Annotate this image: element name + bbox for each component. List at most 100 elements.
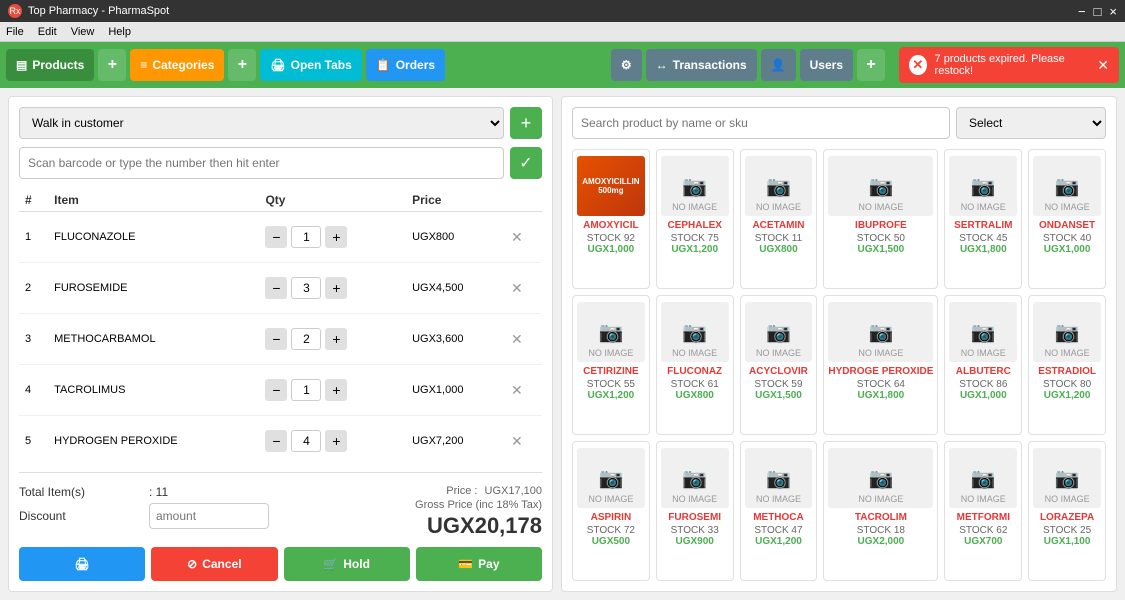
product-stock: STOCK 50: [828, 233, 933, 244]
alert-close-btn[interactable]: ✕: [1097, 57, 1109, 74]
qty-decrease-btn[interactable]: −: [265, 277, 287, 299]
product-name: ESTRADIOL: [1033, 366, 1101, 377]
table-row: 4 TACROLIMUS − + UGX1,000 ✕: [19, 365, 542, 416]
qty-decrease-btn[interactable]: −: [265, 226, 287, 248]
list-item[interactable]: 📷 NO IMAGE METHOCA STOCK 47 UGX1,200: [740, 441, 818, 581]
no-image-label: NO IMAGE: [1045, 348, 1090, 358]
users-btn[interactable]: Users: [800, 49, 853, 81]
list-item[interactable]: 📷 NO IMAGE TACROLIM STOCK 18 UGX2,000: [823, 441, 938, 581]
print-btn[interactable]: 🖨: [19, 547, 145, 581]
remove-item-btn[interactable]: ✕: [511, 331, 523, 348]
product-name: METFORMI: [949, 512, 1017, 523]
remove-item-btn[interactable]: ✕: [511, 382, 523, 399]
row-qty: − +: [259, 263, 406, 314]
product-name: LORAZEPA: [1033, 512, 1101, 523]
menu-edit[interactable]: Edit: [38, 26, 57, 38]
cancel-btn[interactable]: ⊘ Cancel: [151, 547, 277, 581]
minimize-btn[interactable]: −: [1078, 4, 1086, 19]
list-item[interactable]: AMOXYICILLIN500mg AMOXYICIL STOCK 92 UGX…: [572, 149, 650, 289]
remove-item-btn[interactable]: ✕: [511, 433, 523, 450]
title-bar: Rx Top Pharmacy - PharmaSpot − □ ×: [0, 0, 1125, 22]
qty-input[interactable]: [291, 277, 321, 299]
app-icon: Rx: [8, 4, 22, 18]
top-nav: ▤ Products + ≡ Categories + 🖨 Open Tabs …: [0, 42, 1125, 88]
app-title: Top Pharmacy - PharmaSpot: [28, 5, 169, 17]
orders-btn[interactable]: 📋 Orders: [366, 49, 445, 81]
menu-view[interactable]: View: [71, 26, 95, 38]
list-item[interactable]: 📷 NO IMAGE ACYCLOVIR STOCK 59 UGX1,500: [740, 295, 818, 435]
search-input[interactable]: [572, 107, 950, 139]
window-controls[interactable]: − □ ×: [1078, 4, 1117, 19]
qty-increase-btn[interactable]: +: [325, 226, 347, 248]
product-stock: STOCK 55: [577, 379, 645, 390]
no-image-label: NO IMAGE: [858, 348, 903, 358]
qty-decrease-btn[interactable]: −: [265, 379, 287, 401]
pay-btn[interactable]: 💳 Pay: [416, 547, 542, 581]
product-stock: STOCK 40: [1033, 233, 1101, 244]
list-item[interactable]: 📷 NO IMAGE FUROSEMI STOCK 33 UGX900: [656, 441, 734, 581]
qty-increase-btn[interactable]: +: [325, 328, 347, 350]
maximize-btn[interactable]: □: [1094, 4, 1102, 19]
hold-btn[interactable]: 🛒 Hold: [284, 547, 410, 581]
add-category-btn[interactable]: +: [228, 49, 256, 81]
product-stock: STOCK 59: [745, 379, 813, 390]
qty-input[interactable]: [291, 379, 321, 401]
qty-input[interactable]: [291, 430, 321, 452]
qty-increase-btn[interactable]: +: [325, 379, 347, 401]
product-stock: STOCK 75: [661, 233, 729, 244]
remove-item-btn[interactable]: ✕: [511, 229, 523, 246]
qty-decrease-btn[interactable]: −: [265, 430, 287, 452]
no-image-label: NO IMAGE: [961, 202, 1006, 212]
menu-help[interactable]: Help: [108, 26, 131, 38]
category-select[interactable]: Select: [956, 107, 1106, 139]
discount-input[interactable]: [149, 503, 269, 529]
add-user-btn[interactable]: +: [857, 49, 885, 81]
list-item[interactable]: 📷 NO IMAGE ONDANSET STOCK 40 UGX1,000: [1028, 149, 1106, 289]
list-item[interactable]: 📷 NO IMAGE HYDROGE PEROXIDE STOCK 64 UGX…: [823, 295, 938, 435]
add-customer-btn[interactable]: +: [510, 107, 542, 139]
product-name: ASPIRIN: [577, 512, 645, 523]
product-price: UGX1,200: [1033, 390, 1101, 401]
qty-input[interactable]: [291, 226, 321, 248]
list-item[interactable]: 📷 NO IMAGE ALBUTERC STOCK 86 UGX1,000: [944, 295, 1022, 435]
list-item[interactable]: 📷 NO IMAGE LORAZEPA STOCK 25 UGX1,100: [1028, 441, 1106, 581]
open-tabs-btn[interactable]: 🖨 Open Tabs: [260, 49, 361, 81]
qty-input[interactable]: [291, 328, 321, 350]
list-item[interactable]: 📷 NO IMAGE ASPIRIN STOCK 72 UGX500: [572, 441, 650, 581]
product-stock: STOCK 62: [949, 525, 1017, 536]
row-num: 3: [19, 314, 48, 365]
menu-file[interactable]: File: [6, 26, 24, 38]
list-item[interactable]: 📷 NO IMAGE IBUPROFE STOCK 50 UGX1,500: [823, 149, 938, 289]
qty-increase-btn[interactable]: +: [325, 277, 347, 299]
customer-row: Walk in customer +: [19, 107, 542, 139]
add-product-btn[interactable]: +: [98, 49, 126, 81]
customer-select[interactable]: Walk in customer: [19, 107, 504, 139]
list-item[interactable]: 📷 NO IMAGE ESTRADIOL STOCK 80 UGX1,200: [1028, 295, 1106, 435]
transactions-icon: ↔: [656, 58, 668, 72]
product-image: 📷 NO IMAGE: [828, 302, 933, 362]
list-item[interactable]: 📷 NO IMAGE SERTRALIM STOCK 45 UGX1,800: [944, 149, 1022, 289]
product-name: METHOCA: [745, 512, 813, 523]
close-btn[interactable]: ×: [1109, 4, 1117, 19]
remove-item-btn[interactable]: ✕: [511, 280, 523, 297]
discount-label: Discount: [19, 509, 149, 523]
settings-btn[interactable]: ⚙: [611, 49, 642, 81]
gross-label: Gross Price (inc 18% Tax): [415, 499, 542, 511]
barcode-input[interactable]: [19, 147, 504, 179]
list-item[interactable]: 📷 NO IMAGE CETIRIZINE STOCK 55 UGX1,200: [572, 295, 650, 435]
list-item[interactable]: 📷 NO IMAGE METFORMI STOCK 62 UGX700: [944, 441, 1022, 581]
qty-decrease-btn[interactable]: −: [265, 328, 287, 350]
row-price: UGX1,000: [406, 365, 505, 416]
transactions-btn[interactable]: ↔ Transactions: [646, 49, 757, 81]
barcode-confirm-btn[interactable]: ✓: [510, 147, 542, 179]
categories-btn[interactable]: ≡ Categories: [130, 49, 224, 81]
camera-icon: 📷: [868, 320, 893, 345]
products-btn[interactable]: ▤ Products: [6, 49, 94, 81]
list-item[interactable]: 📷 NO IMAGE FLUCONAZ STOCK 61 UGX800: [656, 295, 734, 435]
qty-increase-btn[interactable]: +: [325, 430, 347, 452]
list-item[interactable]: 📷 NO IMAGE CEPHALEX STOCK 75 UGX1,200: [656, 149, 734, 289]
product-price: UGX2,000: [828, 536, 933, 547]
product-image: 📷 NO IMAGE: [745, 448, 813, 508]
user-icon-btn[interactable]: 👤: [761, 49, 796, 81]
list-item[interactable]: 📷 NO IMAGE ACETAMIN STOCK 11 UGX800: [740, 149, 818, 289]
